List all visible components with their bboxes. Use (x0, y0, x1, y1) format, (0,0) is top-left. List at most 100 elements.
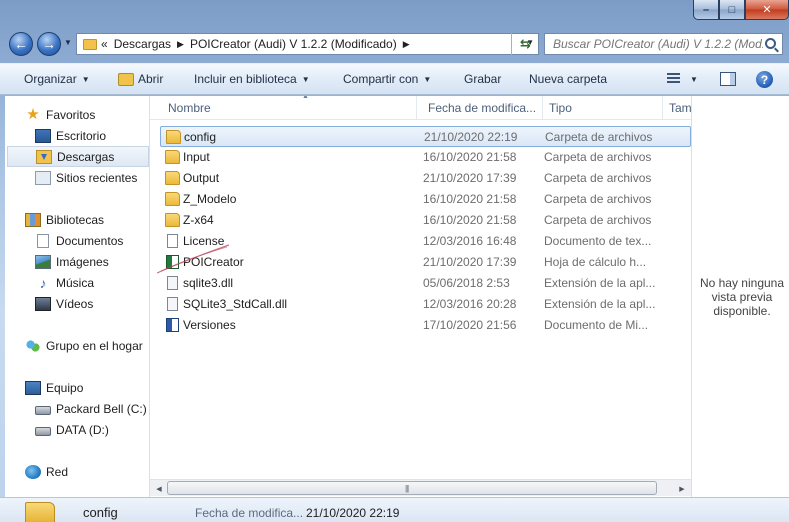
file-list: ▲ Nombre Fecha de modifica... Tipo Tam c… (150, 96, 691, 479)
new-folder-label: Nueva carpeta (529, 72, 608, 86)
nav-music[interactable]: ♪ Música (35, 272, 149, 293)
dll-file-icon (167, 297, 178, 311)
minimize-button[interactable]: – (693, 0, 719, 20)
nav-videos[interactable]: Vídeos (35, 293, 149, 314)
file-name: Input (183, 150, 210, 164)
details-date-value: 21/10/2020 22:19 (306, 506, 400, 520)
back-button[interactable]: ← (9, 32, 33, 56)
file-row[interactable]: Input 16/10/2020 21:58 Carpeta de archiv… (160, 147, 691, 168)
burn-button[interactable]: Grabar (464, 72, 501, 86)
word-file-icon (166, 318, 179, 332)
dll-file-icon (167, 276, 178, 290)
scroll-right-icon[interactable]: ▶ (675, 482, 689, 495)
column-label: Tipo (549, 100, 572, 115)
nav-label: Vídeos (56, 296, 94, 311)
file-row[interactable]: POICreator 21/10/2020 17:39 Hoja de cálc… (160, 252, 691, 273)
forward-button[interactable]: → (37, 32, 61, 56)
file-name: Z_Modelo (183, 192, 237, 206)
nav-libraries[interactable]: Bibliotecas (25, 209, 149, 230)
scrollbar-thumb[interactable]: ||| (167, 481, 657, 495)
include-label: Incluir en biblioteca (194, 72, 297, 86)
view-options-icon[interactable] (667, 73, 680, 85)
file-name: Z-x64 (183, 213, 214, 227)
horizontal-scrollbar[interactable]: ◀ ||| ▶ (150, 479, 691, 496)
file-name: config (184, 130, 217, 144)
scroll-left-icon[interactable]: ◀ (152, 482, 166, 495)
file-type: Carpeta de archivos (544, 192, 652, 206)
column-header-date[interactable]: Fecha de modifica... (422, 96, 543, 119)
nav-recent[interactable]: Sitios recientes (35, 167, 149, 188)
star-icon: ★ (26, 105, 40, 123)
new-folder-button[interactable]: Nueva carpeta (529, 72, 607, 86)
nav-images[interactable]: Imágenes (35, 251, 149, 272)
command-bar: Organizar ▼ Abrir Incluir en biblioteca ▼ … (0, 63, 789, 95)
nav-computer[interactable]: Equipo (25, 377, 149, 398)
file-date: 12/03/2016 16:48 (423, 234, 517, 248)
file-name: Versiones (183, 318, 236, 332)
file-row[interactable]: Z-x64 16/10/2020 21:58 Carpeta de archiv… (160, 210, 691, 231)
breadcrumb-current-folder[interactable]: POICreator (Audi) V 1.2.2 (Modificado) (190, 37, 397, 51)
maximize-button[interactable]: □ (719, 0, 745, 20)
address-bar[interactable]: « Descargas ▶ POICreator (Audi) V 1.2.2 … (76, 33, 539, 55)
nav-desktop[interactable]: Escritorio (35, 125, 149, 146)
nav-drive-d[interactable]: DATA (D:) (35, 419, 149, 440)
nav-label: Grupo en el hogar (46, 338, 143, 353)
file-type: Extensión de la apl... (544, 276, 656, 290)
file-row[interactable]: Versiones 17/10/2020 21:56 Documento de … (160, 315, 691, 336)
search-input[interactable] (553, 37, 763, 51)
nav-label: DATA (D:) (56, 422, 109, 437)
breadcrumb-separator-icon[interactable]: ▶ (403, 39, 410, 50)
nav-downloads[interactable]: Descargas (7, 146, 149, 167)
file-type: Carpeta de archivos (544, 213, 652, 227)
downloads-icon (36, 149, 52, 164)
share-menu[interactable]: Compartir con ▼ (343, 72, 431, 86)
chevron-down-icon: ▼ (423, 74, 432, 84)
chevron-down-icon: ▼ (81, 74, 90, 84)
file-date: 16/10/2020 21:58 (423, 213, 517, 227)
file-row[interactable]: sqlite3.dll 05/06/2018 2:53 Extensión de… (160, 273, 691, 294)
organize-menu[interactable]: Organizar ▼ (24, 72, 90, 86)
nav-label: Música (56, 275, 95, 290)
help-icon[interactable]: ? (756, 71, 773, 88)
nav-documents[interactable]: Documentos (35, 230, 149, 251)
column-header-size[interactable]: Tam (663, 96, 691, 119)
nav-network[interactable]: Red (25, 461, 149, 482)
folder-icon (83, 38, 97, 50)
folder-icon (165, 213, 180, 227)
file-row[interactable]: SQLite3_StdCall.dll 12/03/2016 20:28 Ext… (160, 294, 691, 315)
music-note-icon: ♪ (39, 274, 47, 291)
file-row[interactable]: License 12/03/2016 16:48 Documento de te… (160, 231, 691, 252)
column-label: Fecha de modifica... (428, 100, 537, 115)
nav-drive-c[interactable]: Packard Bell (C:) (35, 398, 149, 419)
include-library-menu[interactable]: Incluir en biblioteca ▼ (194, 72, 310, 86)
refresh-button[interactable]: ⇆ (511, 33, 539, 55)
file-row[interactable]: Z_Modelo 16/10/2020 21:58 Carpeta de arc… (160, 189, 691, 210)
computer-icon (25, 380, 41, 395)
search-icon[interactable] (765, 38, 776, 49)
hard-drive-icon (35, 426, 51, 436)
view-dropdown-icon[interactable]: ▼ (690, 75, 698, 84)
file-row[interactable]: config 21/10/2020 22:19 Carpeta de archi… (160, 126, 691, 147)
file-type: Carpeta de archivos (544, 171, 652, 185)
hard-drive-icon (35, 405, 51, 415)
recent-pages-dropdown[interactable]: ▼ (64, 38, 72, 47)
close-button[interactable]: ✕ (745, 0, 789, 20)
nav-homegroup[interactable]: Grupo en el hogar (25, 335, 149, 356)
search-box[interactable] (544, 33, 783, 55)
breadcrumb-separator-icon[interactable]: ▶ (177, 39, 184, 50)
preview-pane-icon[interactable] (720, 72, 736, 86)
address-row: ← → ▼ « Descargas ▶ POICreator (Audi) V … (0, 28, 789, 62)
open-button[interactable]: Abrir (118, 72, 163, 86)
breadcrumb-descargas[interactable]: Descargas (114, 37, 171, 51)
column-header-name[interactable]: ▲ Nombre (162, 96, 417, 119)
nav-label: Escritorio (56, 128, 107, 143)
arrow-right-icon: → (42, 36, 56, 52)
navigation-pane: ★ Favoritos Escritorio Descargas Sitios … (5, 96, 149, 497)
column-header-type[interactable]: Tipo (543, 96, 663, 119)
nav-favorites[interactable]: ★ Favoritos (25, 104, 149, 125)
file-date: 17/10/2020 21:56 (423, 318, 517, 332)
video-icon (35, 296, 51, 311)
libraries-icon (25, 212, 41, 227)
breadcrumb-prefix[interactable]: « (101, 37, 108, 51)
file-row[interactable]: Output 21/10/2020 17:39 Carpeta de archi… (160, 168, 691, 189)
